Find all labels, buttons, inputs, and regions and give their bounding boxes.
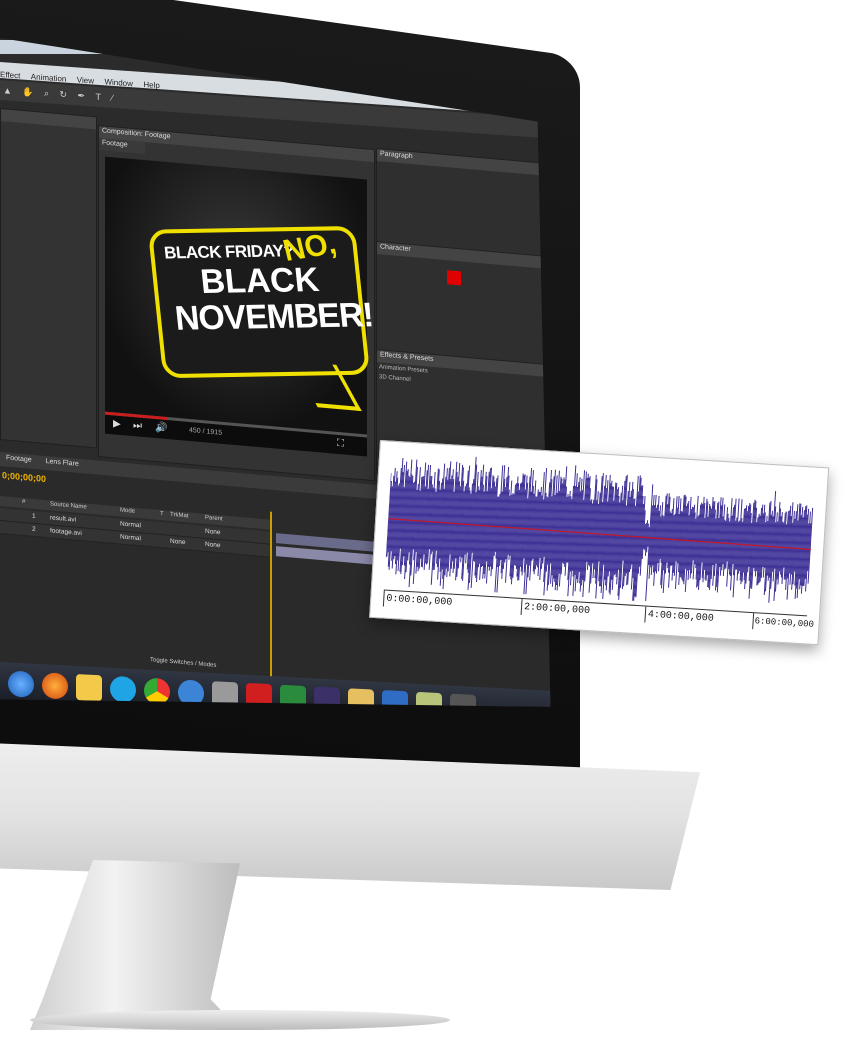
current-time-indicator[interactable]	[270, 511, 272, 682]
paragraph-panel	[377, 161, 551, 258]
ruler-tick	[520, 598, 523, 615]
layer-mode[interactable]: Normal	[120, 520, 141, 529]
ruler-label: 2:00:00,000	[523, 602, 591, 618]
layer-index: 1	[32, 512, 36, 521]
menu-item-help[interactable]: Help	[143, 80, 159, 90]
audio-waveform[interactable]	[384, 450, 816, 614]
fill-color-swatch[interactable]	[447, 270, 461, 286]
layer-name[interactable]: footage.avi	[50, 527, 82, 537]
composition-viewer[interactable]: BLACK FRIDAY? NO, BLACK NOVEMBER!	[105, 156, 375, 435]
windows-start-icon[interactable]	[8, 670, 34, 698]
next-frame-icon[interactable]: ⏭	[133, 420, 142, 432]
character-panel	[377, 254, 551, 366]
play-icon[interactable]: ▶	[113, 418, 121, 430]
layer-index: 2	[32, 525, 36, 534]
menu-item-view[interactable]: View	[77, 75, 94, 85]
toggle-switches-modes[interactable]: Toggle Switches / Modes	[150, 657, 216, 669]
col-parent: Parent	[205, 514, 223, 523]
timeline-tab-lens-flare[interactable]: Lens Flare	[46, 458, 79, 468]
timeline-timecode[interactable]: 0;00;00;00	[2, 470, 46, 484]
col-index: #	[22, 498, 26, 506]
skype-icon[interactable]	[110, 675, 136, 704]
waveform-bars	[385, 456, 814, 603]
speech-bubble-graphic: BLACK FRIDAY? NO, BLACK NOVEMBER!	[147, 225, 375, 379]
ruler-label: 4:00:00,000	[647, 609, 715, 625]
ruler-tick	[382, 590, 385, 607]
headline-line1: BLACK FRIDAY?	[163, 241, 295, 263]
right-panels: Paragraph Character Effects & Presets An…	[376, 148, 551, 486]
ruler-tick	[644, 606, 647, 623]
col-trkmat: TrkMat	[170, 511, 189, 520]
audio-waveform-window[interactable]: 0:00:00,000 2:00:00,000 4:00:00,000 6:00…	[369, 440, 830, 646]
pen-tool-icon[interactable]: ✒	[78, 90, 86, 102]
col-mode: Mode	[120, 507, 136, 515]
layer-parent[interactable]: None	[205, 541, 221, 549]
monitor-stand-base	[30, 1010, 450, 1030]
headline-line2: BLACK	[198, 260, 321, 302]
imac-monitor: Effect Animation View Window Help ▲ ✋ ⌕ …	[0, 0, 851, 1050]
rotate-tool-icon[interactable]: ↻	[60, 89, 68, 101]
monitor-stand	[30, 860, 240, 1030]
project-panel	[0, 108, 97, 449]
chrome-icon[interactable]	[144, 677, 170, 705]
timeline-tab-footage[interactable]: Footage	[6, 455, 32, 464]
time-readout: 450 / 1915	[189, 426, 223, 437]
ruler-label: 0:00:00,000	[385, 593, 453, 609]
layer-parent[interactable]: None	[205, 528, 221, 536]
menu-item-effect[interactable]: Effect	[0, 70, 20, 80]
selection-tool-icon[interactable]: ▲	[3, 85, 12, 96]
ruler-label: 6:00:00,000	[754, 616, 815, 630]
composition-panel: Composition: Footage Footage BLACK FRIDA…	[98, 125, 375, 482]
headline-line3: NOVEMBER!	[173, 296, 375, 338]
layer-trkmat[interactable]: None	[170, 538, 186, 546]
volume-icon[interactable]: 🔊	[155, 422, 167, 434]
project-panel-header	[1, 109, 96, 130]
fullscreen-icon[interactable]: ⛶	[337, 438, 344, 450]
col-source-name: Source Name	[50, 501, 87, 511]
folder-icon[interactable]	[76, 673, 102, 702]
brush-tool-icon[interactable]: ∕	[112, 93, 114, 103]
text-tool-icon[interactable]: T	[96, 92, 102, 102]
hand-tool-icon[interactable]: ✋	[22, 87, 33, 99]
layer-name[interactable]: result.avi	[50, 514, 76, 523]
col-t: T	[160, 510, 164, 518]
zoom-tool-icon[interactable]: ⌕	[44, 88, 49, 99]
layer-mode[interactable]: Normal	[120, 533, 141, 542]
firefox-icon[interactable]	[42, 672, 68, 700]
